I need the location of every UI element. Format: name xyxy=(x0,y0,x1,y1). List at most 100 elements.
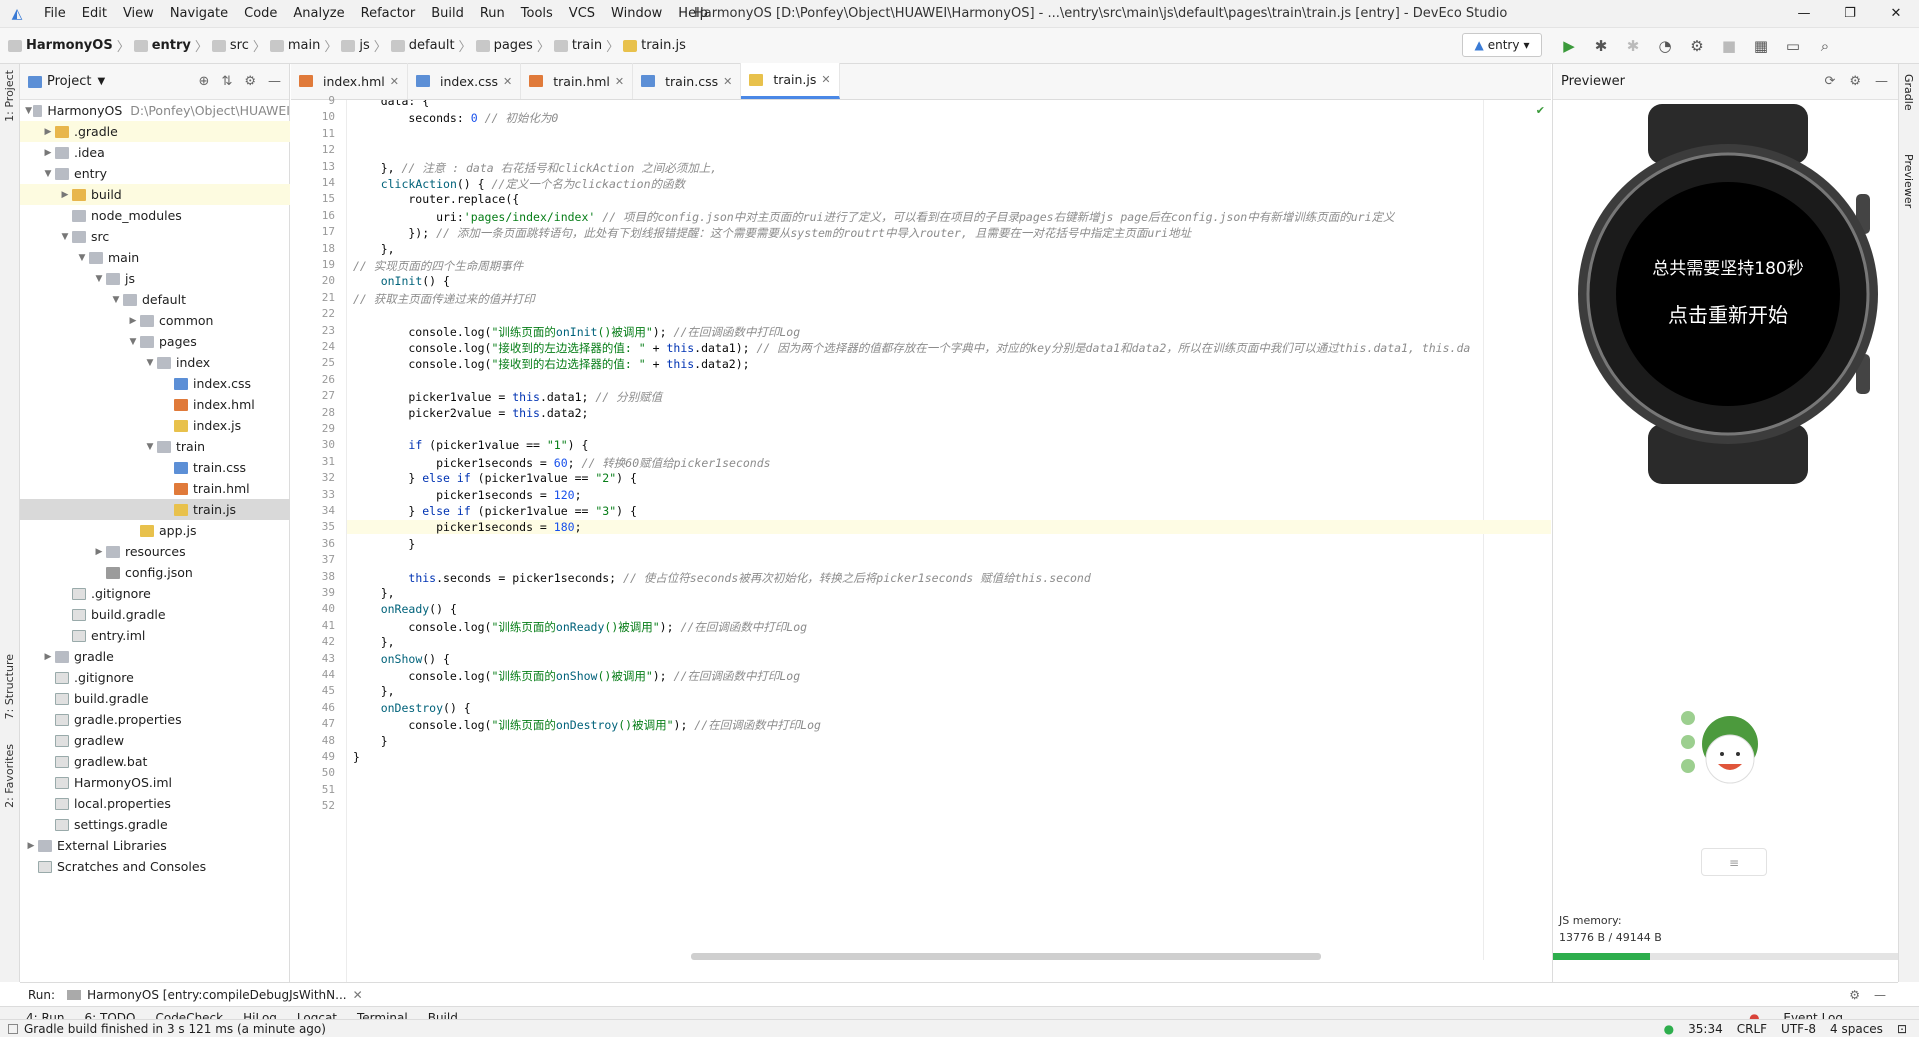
code-line[interactable]: uri:'pages/index/index' // 项目的config.jso… xyxy=(347,209,1394,225)
code-line[interactable]: console.log("训练页面的onReady()被调用"); //在回调函… xyxy=(347,619,807,635)
minimize-button[interactable]: — xyxy=(1781,0,1827,28)
editor-tab[interactable]: train.hml ✕ xyxy=(521,63,634,99)
code-line[interactable]: onInit() { xyxy=(347,274,450,288)
code-line[interactable]: this.seconds = picker1seconds; // 使占位符se… xyxy=(347,570,1090,586)
code-line[interactable]: // 获取主页面传递过来的值并打印 xyxy=(347,291,535,307)
stop-icon[interactable]: ■ xyxy=(1716,34,1742,58)
breadcrumb-item[interactable]: default 〉 xyxy=(390,36,472,55)
indent-setting[interactable]: 4 spaces xyxy=(1830,1020,1883,1038)
breadcrumb-item[interactable]: src 〉 xyxy=(211,36,266,55)
menu-item-vcs[interactable]: VCS xyxy=(561,0,603,28)
collapsed-arrow-icon[interactable]: ▶ xyxy=(41,127,55,137)
close-tab-icon[interactable]: ✕ xyxy=(615,75,624,88)
close-tab-icon[interactable]: ✕ xyxy=(821,73,830,86)
tree-item[interactable]: ▶ .idea xyxy=(20,142,290,163)
breadcrumb-item[interactable]: train 〉 xyxy=(553,36,619,55)
chevron-down-icon[interactable]: ▼ xyxy=(97,76,105,87)
code-line[interactable]: if (picker1value == "1") { xyxy=(347,438,588,452)
gear-icon[interactable]: ⚙ xyxy=(244,74,256,89)
gradle-tool-tab[interactable]: Gradle xyxy=(1902,74,1915,111)
close-tab-icon[interactable]: ✕ xyxy=(390,75,399,88)
structure-tool-tab[interactable]: 7: Structure xyxy=(3,654,16,719)
expanded-arrow-icon[interactable]: ▼ xyxy=(58,232,72,242)
code-line[interactable]: console.log("训练页面的onDestroy()被调用"); //在回… xyxy=(347,717,821,733)
tree-item[interactable]: local.properties xyxy=(20,793,290,814)
code-line[interactable]: picker1seconds = 180; xyxy=(347,520,1551,535)
run-config-tab[interactable]: HarmonyOS [entry:compileDebugJsWithN... xyxy=(87,988,347,1002)
code-line[interactable]: data: { xyxy=(347,100,429,108)
hide-icon[interactable]: — xyxy=(1875,74,1888,89)
collapsed-arrow-icon[interactable]: ▶ xyxy=(92,547,106,557)
cursor-position[interactable]: 35:34 xyxy=(1688,1020,1723,1038)
tree-item[interactable]: build.gradle xyxy=(20,688,290,709)
line-separator[interactable]: CRLF xyxy=(1737,1020,1767,1038)
tree-item[interactable]: ▼ src xyxy=(20,226,290,247)
locate-icon[interactable]: ⊕ xyxy=(199,74,210,89)
expanded-arrow-icon[interactable]: ▼ xyxy=(92,274,106,284)
menu-item-tools[interactable]: Tools xyxy=(513,0,561,28)
maximize-button[interactable]: ❐ xyxy=(1827,0,1873,28)
tree-item[interactable]: index.hml xyxy=(20,394,290,415)
project-tool-tab[interactable]: 1: Project xyxy=(3,70,16,122)
tree-item[interactable]: ▼ entry xyxy=(20,163,290,184)
previewer-tool-tab[interactable]: Previewer xyxy=(1902,154,1915,208)
expanded-arrow-icon[interactable]: ▼ xyxy=(109,295,123,305)
favorites-tool-tab[interactable]: 2: Favorites xyxy=(3,744,16,808)
hide-icon[interactable]: — xyxy=(1874,988,1886,1002)
tree-item[interactable]: index.css xyxy=(20,373,290,394)
menu-item-build[interactable]: Build xyxy=(423,0,472,28)
editor-tab[interactable]: index.css ✕ xyxy=(408,63,522,99)
tree-item[interactable]: ▶ .gradle xyxy=(20,121,290,142)
collapsed-arrow-icon[interactable]: ▶ xyxy=(126,316,140,326)
code-line[interactable]: }, xyxy=(347,242,395,256)
menu-item-view[interactable]: View xyxy=(115,0,162,28)
tree-item[interactable]: ▼ index xyxy=(20,352,290,373)
run-configuration-select[interactable]: ▲ entry ▾ xyxy=(1462,33,1542,57)
tree-item[interactable]: settings.gradle xyxy=(20,814,290,835)
watch-screen[interactable] xyxy=(1616,182,1840,406)
expanded-arrow-icon[interactable]: ▼ xyxy=(126,337,140,347)
breadcrumb-item[interactable]: train.js xyxy=(623,36,686,55)
code-line[interactable]: clickAction() { //定义一个名为clickaction的函数 xyxy=(347,176,685,192)
close-icon[interactable]: ✕ xyxy=(353,988,363,1002)
tree-item[interactable]: ▶ resources xyxy=(20,541,290,562)
breadcrumb-item[interactable]: HarmonyOS 〉 xyxy=(8,36,130,55)
close-window-button[interactable]: ✕ xyxy=(1873,0,1919,28)
tree-item[interactable]: ▼ HarmonyOS D:\Ponfey\Object\HUAWEI xyxy=(20,100,290,121)
menu-item-edit[interactable]: Edit xyxy=(74,0,115,28)
project-panel-title[interactable]: Project xyxy=(47,74,91,89)
gear-icon[interactable]: ⚙ xyxy=(1849,988,1860,1002)
lock-icon[interactable]: ⊡ xyxy=(1897,1020,1907,1038)
breadcrumb-item[interactable]: pages 〉 xyxy=(475,36,550,55)
expanded-arrow-icon[interactable]: ▼ xyxy=(143,358,157,368)
tree-item[interactable]: train.hml xyxy=(20,478,290,499)
watch-restart-text[interactable]: 点击重新开始 xyxy=(1668,303,1788,327)
tree-item[interactable]: gradlew.bat xyxy=(20,751,290,772)
code-line[interactable]: } else if (picker1value == "2") { xyxy=(347,471,637,485)
tree-item[interactable]: train.js xyxy=(20,499,290,520)
code-line[interactable]: }, xyxy=(347,635,395,649)
code-line[interactable]: onReady() { xyxy=(347,602,457,616)
menu-item-run[interactable]: Run xyxy=(472,0,513,28)
code-area[interactable]: data: { seconds: 0 // 初始化为0 }, // 注意 : d… xyxy=(347,100,1551,960)
run-icon[interactable]: ▶ xyxy=(1556,34,1582,58)
collapsed-arrow-icon[interactable]: ▶ xyxy=(41,148,55,158)
code-line[interactable]: } else if (picker1value == "3") { xyxy=(347,504,637,518)
tree-item[interactable]: HarmonyOS.iml xyxy=(20,772,290,793)
code-line[interactable]: onShow() { xyxy=(347,652,450,666)
device-manager-icon[interactable]: ▭ xyxy=(1780,34,1806,58)
code-line[interactable]: }, // 注意 : data 右花括号和clickAction 之间必须加上, xyxy=(347,160,717,176)
expanded-arrow-icon[interactable]: ▼ xyxy=(41,169,55,179)
project-structure-icon[interactable]: ▦ xyxy=(1748,34,1774,58)
expanded-arrow-icon[interactable]: ▼ xyxy=(143,442,157,452)
code-line[interactable]: picker2value = this.data2; xyxy=(347,406,588,420)
code-line[interactable]: }, xyxy=(347,684,395,698)
collapsed-arrow-icon[interactable]: ▶ xyxy=(24,841,38,851)
profile-icon[interactable]: ◔ xyxy=(1652,34,1678,58)
collapsed-arrow-icon[interactable]: ▶ xyxy=(58,190,72,200)
menu-item-window[interactable]: Window xyxy=(603,0,670,28)
menu-icon[interactable]: ≡ xyxy=(1701,848,1767,876)
code-line[interactable]: router.replace({ xyxy=(347,192,519,206)
file-encoding[interactable]: UTF-8 xyxy=(1781,1020,1816,1038)
code-line[interactable]: } xyxy=(347,537,415,551)
